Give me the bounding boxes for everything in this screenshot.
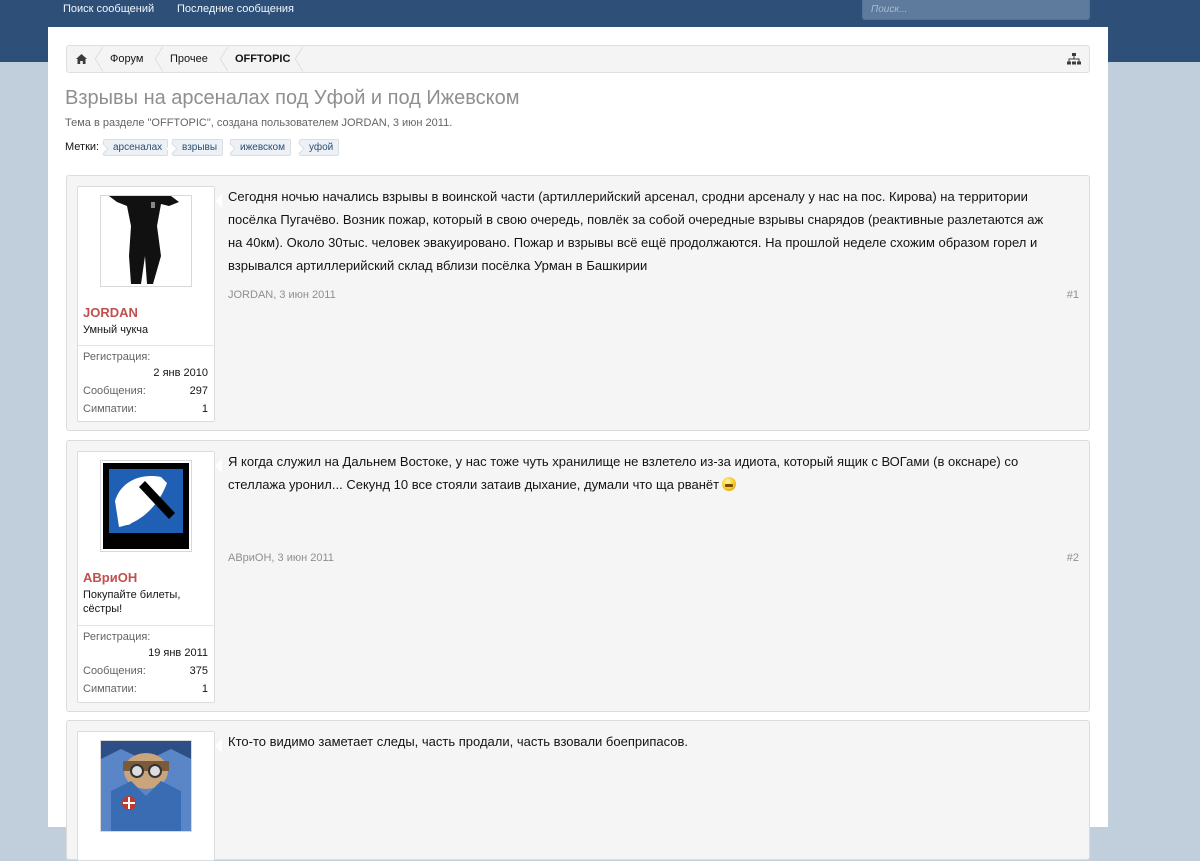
user-title: Умный чукча [83, 324, 149, 336]
avatar[interactable] [100, 195, 192, 287]
tag-link[interactable]: уфой [299, 139, 340, 156]
divider [78, 345, 214, 346]
nav-recent-posts-link[interactable]: Последние сообщения [177, 3, 294, 15]
username-link[interactable]: АВриОН [83, 570, 137, 585]
message-content: Я когда служил на Дальнем Востоке, у нас… [228, 450, 1058, 496]
breadcrumb-other[interactable]: Прочее [170, 46, 208, 72]
post-number[interactable]: #2 [1067, 552, 1079, 564]
message-text: Сегодня ночью начались взрывы в воинской… [228, 189, 1044, 273]
user-title: Покупайте билеты, сёстры! [83, 589, 181, 615]
likes-count: 1 [201, 683, 208, 695]
avatar[interactable] [100, 740, 192, 832]
post-meta[interactable]: АВриОН, 3 июн 2011 [228, 552, 334, 564]
post: JORDAN Умный чукча Регистрация: 2 янв 20… [66, 175, 1090, 431]
post: Кто-то видимо заметает следы, часть прод… [66, 720, 1090, 861]
page-container: Форум Прочее OFFTOPIC Взрывы на арсенала… [48, 27, 1108, 861]
messages-label: Сообщения: [83, 665, 146, 677]
message-text: Кто-то видимо заметает следы, часть прод… [228, 734, 689, 749]
smiley-icon [722, 477, 737, 491]
divider [78, 625, 214, 626]
messages-label: Сообщения: [83, 385, 146, 397]
post: АВриОН Покупайте билеты, сёстры! Регистр… [66, 440, 1090, 712]
user-card: JORDAN Умный чукча Регистрация: 2 янв 20… [77, 186, 215, 422]
thread-title: Взрывы на арсеналах под Уфой и под Ижевс… [65, 87, 520, 109]
thread-description: Тема в разделе "OFFTOPIC", создана польз… [65, 117, 453, 129]
tag-link[interactable]: арсеналах [103, 139, 169, 156]
messages-count[interactable]: 297 [190, 385, 208, 397]
message-text: Я когда служил на Дальнем Востоке, у нас… [228, 454, 1019, 492]
breadcrumb-separator [220, 46, 228, 72]
registration-date: 19 янв 2011 [148, 647, 208, 659]
likes-label: Симпатии: [83, 403, 137, 415]
user-card [77, 731, 215, 861]
registration-date: 2 янв 2010 [153, 367, 208, 379]
message-arrow [215, 459, 222, 473]
breadcrumb-forum[interactable]: Форум [110, 46, 143, 72]
breadcrumb-offtopic[interactable]: OFFTOPIC [235, 46, 290, 72]
message-arrow [215, 194, 222, 208]
home-icon[interactable] [75, 46, 89, 72]
breadcrumb-separator [295, 46, 303, 72]
breadcrumb: Форум Прочее OFFTOPIC [66, 45, 1090, 73]
likes-label: Симпатии: [83, 683, 137, 695]
post-meta[interactable]: JORDAN, 3 июн 2011 [228, 289, 336, 301]
tag-link[interactable]: ижевском [230, 139, 291, 156]
post-number[interactable]: #1 [1067, 289, 1079, 301]
breadcrumb-separator [95, 46, 103, 72]
avatar[interactable] [100, 460, 192, 552]
username-link[interactable]: JORDAN [83, 305, 138, 320]
sitemap-icon[interactable] [1067, 53, 1081, 65]
tags-label: Метки: [65, 141, 100, 153]
likes-count: 1 [201, 403, 208, 415]
messages-count[interactable]: 375 [190, 665, 208, 677]
registration-label: Регистрация: [83, 351, 151, 363]
top-navbar: Поиск сообщений Последние сообщения [0, 0, 1200, 27]
message-arrow [215, 739, 222, 753]
user-card: АВриОН Покупайте билеты, сёстры! Регистр… [77, 451, 215, 703]
tag-link[interactable]: взрывы [172, 139, 224, 156]
search-input[interactable] [862, 0, 1090, 20]
nav-search-messages-link[interactable]: Поиск сообщений [63, 3, 154, 15]
breadcrumb-separator [155, 46, 163, 72]
registration-label: Регистрация: [83, 631, 151, 643]
